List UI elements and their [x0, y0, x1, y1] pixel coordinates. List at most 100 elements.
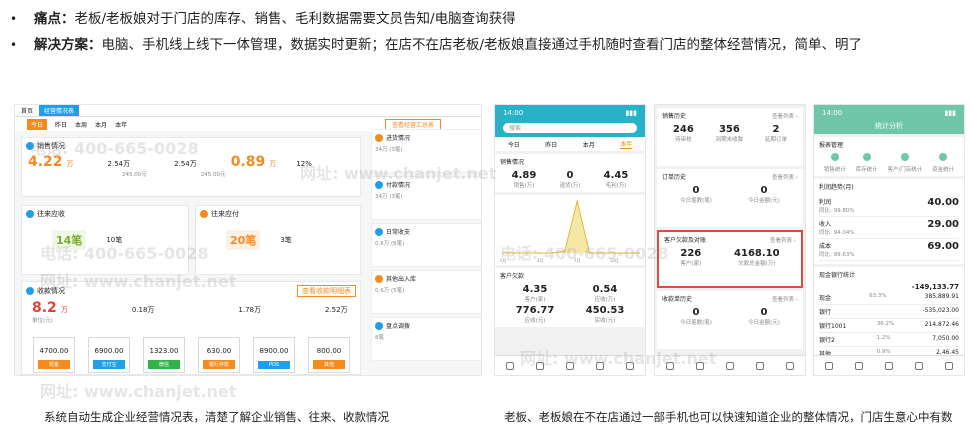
filter-year[interactable]: 本年	[115, 120, 127, 129]
customer-stat: 4.35 客户(家)	[500, 284, 570, 303]
desktop-dashboard: 首页 经营情况表 今日 昨日 本周 本月 本年 查看经营汇总表 销售情况 4.2…	[14, 104, 482, 376]
payment-tile[interactable]: 6900.00 支付宝	[88, 337, 130, 373]
status-time: 14:00	[822, 109, 843, 117]
nav-shop-icon[interactable]	[756, 361, 764, 370]
card-title: 往来应付	[211, 210, 239, 218]
view-list-link[interactable]: 查看列表 ›	[772, 295, 798, 303]
nav-home-icon[interactable]	[666, 361, 674, 370]
nav-doc-icon[interactable]	[566, 361, 574, 370]
report-menu-item[interactable]: 客户/门店统计	[887, 153, 922, 173]
x-tick-label: 4月	[537, 258, 544, 263]
report-icon	[830, 153, 839, 161]
section-title: 销售情况	[500, 159, 525, 166]
payment-tile[interactable]: 4700.00 现金	[33, 337, 75, 373]
stat-label: 实收(元)	[594, 318, 616, 324]
section-header: 收款单历史 查看列表 ›	[662, 294, 798, 303]
stat: 4.89 销售(万)	[512, 170, 537, 189]
report-menu-item[interactable]: 库存统计	[856, 153, 878, 173]
report-icon	[939, 153, 948, 161]
menu-label: 资金统计	[932, 167, 955, 173]
nav-user-icon[interactable]	[945, 361, 953, 370]
report-menu-item[interactable]: 销售统计	[824, 153, 846, 173]
stat-value: 4.45	[603, 170, 629, 181]
phone-bottom-nav	[655, 355, 805, 375]
section-title: 收款单历史	[662, 296, 693, 303]
cash-percent: 63.3%	[869, 293, 887, 299]
item-icon	[375, 321, 383, 330]
nav-stock-icon[interactable]	[536, 361, 544, 370]
history-sections: 销售历史 查看列表 › 246 待审核 356 到期未收款 2 延期订单 订单历史 查看列表 › 0…	[655, 108, 805, 349]
stat: 246 待审核	[673, 124, 694, 143]
filter-today[interactable]: 今日	[27, 118, 48, 130]
export-summary-button[interactable]: 查看经营汇总表	[384, 118, 441, 130]
nav-user-icon[interactable]	[626, 361, 634, 370]
profit-ratio: 同比: 99.80%	[819, 208, 855, 214]
bullet-dot: •	[10, 12, 18, 26]
tab-home[interactable]: 首页	[21, 106, 33, 115]
filter-yesterday[interactable]: 昨日	[55, 120, 67, 129]
tile-label: 其他	[313, 360, 345, 369]
stat: 0 今日笔数(笔)	[680, 307, 712, 326]
view-list-link[interactable]: 查看列表 ›	[770, 236, 796, 244]
profit-ratio: 同比: 99.63%	[819, 252, 855, 258]
nav-user-icon[interactable]	[786, 361, 794, 370]
nav-doc-icon[interactable]	[726, 361, 734, 370]
item-header: 盘点调拨	[375, 321, 481, 330]
payment-tile[interactable]: 8900.00 POS	[253, 337, 295, 373]
payment-tile[interactable]: 630.00 银行存款	[198, 337, 240, 373]
sales-line-chart: 1月 4月 7月 10月	[500, 200, 640, 263]
report-menu-items: 销售统计 库存统计 客户/门店统计 资金统计	[819, 153, 959, 173]
phone-bottom-nav	[495, 355, 645, 375]
right-list-item[interactable]: 付款情况 34万 (3笔)	[371, 176, 481, 220]
item-value: 0.6万 (5笔)	[375, 288, 405, 294]
right-list-item[interactable]: 日常收支 0.6万 (6笔)	[371, 223, 481, 267]
cash-key: 银行1001	[819, 323, 847, 330]
tab-yesterday[interactable]: 昨日	[545, 140, 557, 149]
nav-home-icon[interactable]	[825, 361, 833, 370]
cash-value: -535,023.00	[922, 307, 959, 314]
stat: 0 今日金额(元)	[748, 307, 780, 326]
payment-tile[interactable]: 1323.00 微信	[143, 337, 185, 373]
caption-right: 老板、老板娘在不在店通过一部手机也可以快速知道企业的整体情况，门店生意心中有数	[504, 410, 953, 424]
nav-shop-icon[interactable]	[596, 361, 604, 370]
item-title: 进货情况	[386, 135, 411, 142]
cash-key: 银行	[819, 309, 832, 316]
tab-year[interactable]: 本年	[620, 139, 633, 149]
search-input[interactable]: 搜索	[503, 123, 637, 133]
menu-label: 库存统计	[855, 167, 878, 173]
filter-week[interactable]: 本周	[75, 120, 87, 129]
customer-stat: 450.53 实收(元)	[570, 305, 640, 324]
tab-today[interactable]: 今日	[508, 140, 520, 149]
sales-point	[638, 252, 640, 254]
nav-doc-icon[interactable]	[885, 361, 893, 370]
report-menu-item[interactable]: 资金统计	[932, 153, 954, 173]
stat-label: 销售(万)	[513, 183, 535, 189]
tab-month[interactable]: 本月	[583, 140, 595, 149]
tab-business-report[interactable]: 经营情况表	[39, 105, 80, 116]
stat-label: 今日笔数(笔)	[680, 320, 712, 326]
item-value: 0.6万 (6笔)	[375, 241, 405, 247]
right-list-item[interactable]: 其他出入库 0.6万 (5笔)	[371, 270, 481, 314]
profit-label: 成本 同比: 99.63%	[819, 241, 855, 258]
item-value: 34万 (3笔)	[375, 147, 403, 153]
cash-value: 214,872.46	[924, 321, 959, 328]
payable-icon	[200, 210, 208, 218]
view-list-link[interactable]: 查看列表 ›	[772, 173, 798, 181]
page-title: 统计分析	[814, 121, 964, 134]
right-list-item[interactable]: 进货情况 34万 (3笔)	[371, 129, 481, 173]
item-icon	[375, 180, 383, 189]
right-list-item[interactable]: 盘点调拨 8笔	[371, 317, 481, 361]
nav-stock-icon[interactable]	[696, 361, 704, 370]
payment-tile[interactable]: 800.00 其他	[308, 337, 350, 373]
nav-stock-icon[interactable]	[855, 361, 863, 370]
nav-shop-icon[interactable]	[915, 361, 923, 370]
section-title: 客户欠款	[500, 273, 525, 280]
view-list-link[interactable]: 查看列表 ›	[772, 112, 798, 120]
section-title: 报表管理	[819, 142, 844, 149]
nav-home-icon[interactable]	[506, 361, 514, 370]
collection-detail-button[interactable]: 查看收款明细表	[297, 285, 356, 297]
section-header: 订单历史 查看列表 ›	[662, 172, 798, 181]
filter-month[interactable]: 本月	[95, 120, 107, 129]
stat: 4.45 毛利(万)	[604, 170, 629, 189]
bullet-list: • 痛点：老板/老板娘对于门店的库存、销售、毛利数据需要文员告知/电脑查询获得 …	[10, 6, 960, 58]
